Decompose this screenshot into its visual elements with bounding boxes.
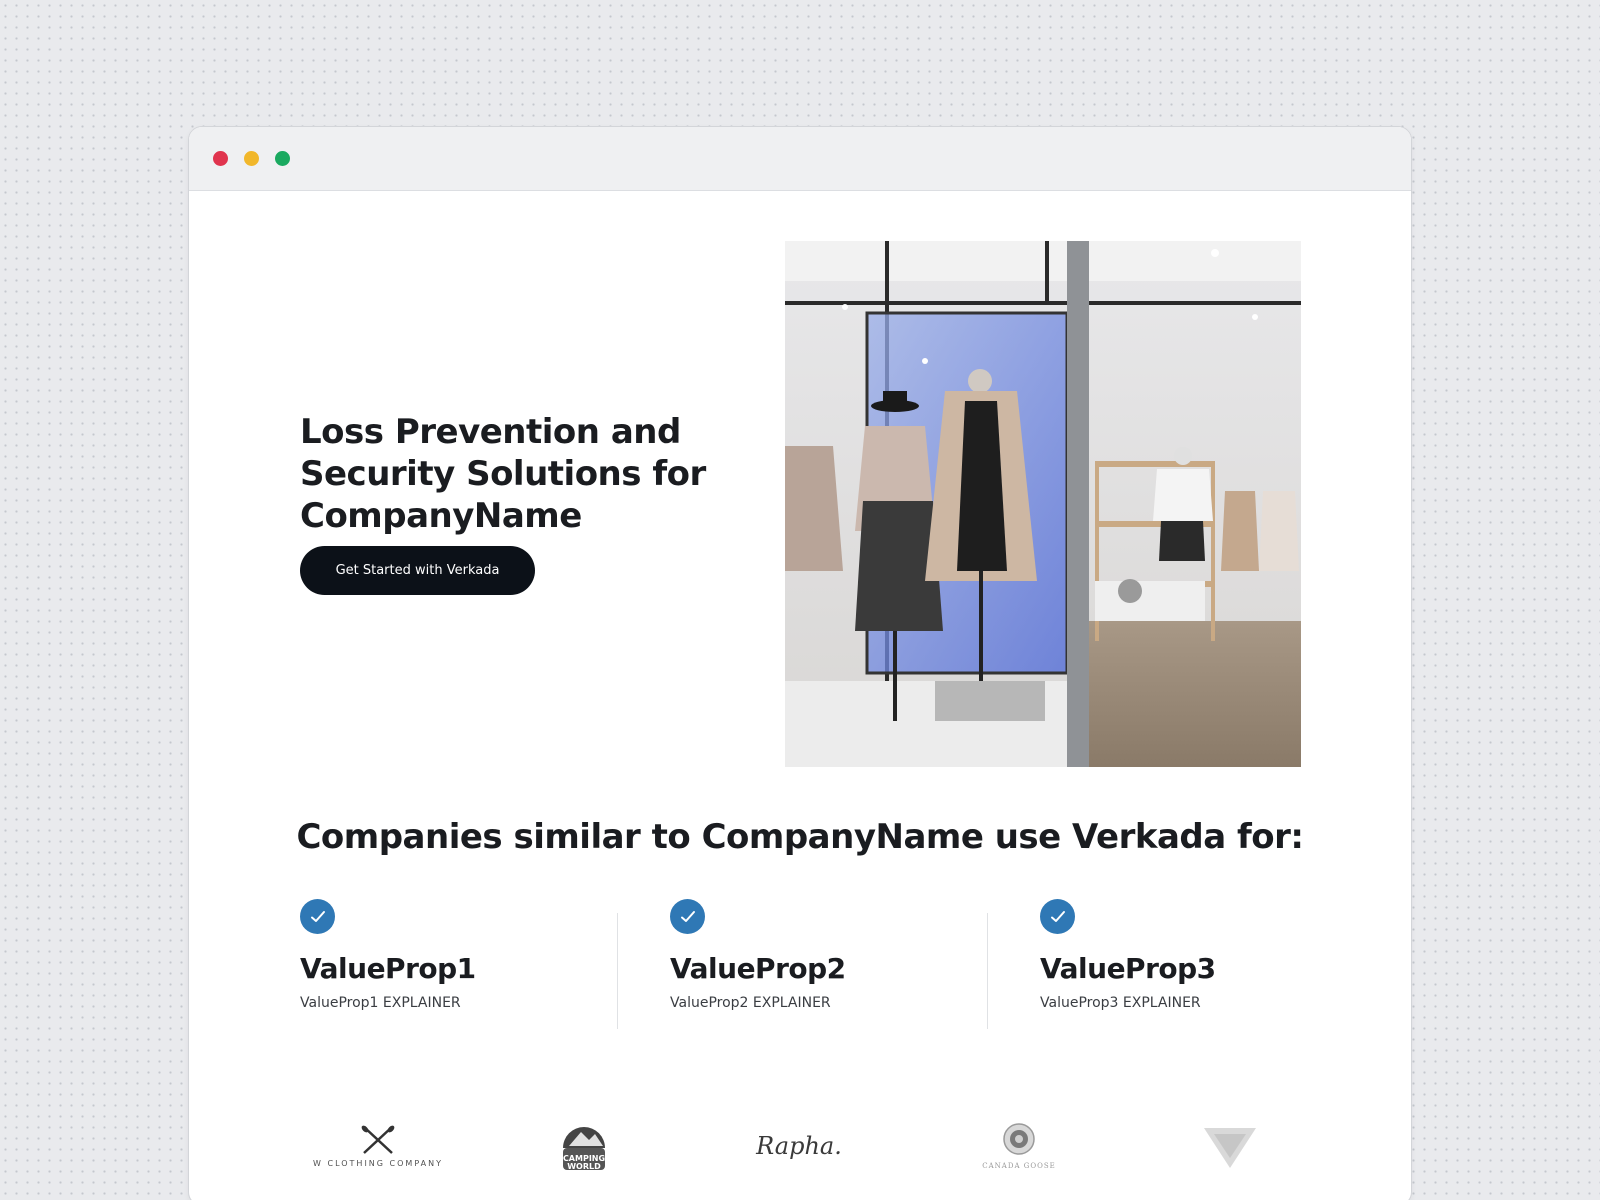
value-prop-explainer: ValueProp2 EXPLAINER	[670, 995, 831, 1011]
section-title: Companies similar to CompanyName use Ver…	[296, 817, 1304, 857]
browser-titlebar	[189, 127, 1411, 191]
maximize-window-button[interactable]	[275, 151, 290, 166]
logo-text: CANADA GOOSE	[982, 1162, 1056, 1170]
customer-logo: CAMPING WORLD	[549, 1111, 619, 1181]
logo-text: W CLOTHING COMPANY	[313, 1158, 443, 1168]
rapha-logo-icon: Rapha.	[756, 1132, 842, 1160]
check-icon	[1040, 899, 1075, 934]
divider	[987, 913, 988, 1029]
customer-logo: W CLOTHING COMPANY	[313, 1111, 443, 1181]
logo-text: CAMPING WORLD	[562, 1154, 606, 1171]
customer-logo: Rapha.	[749, 1111, 849, 1181]
get-started-button[interactable]: Get Started with Verkada	[300, 546, 535, 595]
browser-window: Loss Prevention and Security Solutions f…	[188, 126, 1412, 1200]
triangle-logo-icon	[1204, 1128, 1256, 1168]
close-window-button[interactable]	[213, 151, 228, 166]
divider	[617, 913, 618, 1029]
store-interior-illustration	[785, 241, 1301, 767]
minimize-window-button[interactable]	[244, 151, 259, 166]
value-prop-title: ValueProp3	[1040, 952, 1216, 985]
value-prop-explainer: ValueProp1 EXPLAINER	[300, 995, 461, 1011]
value-prop-card: ValueProp2 ValueProp2 EXPLAINER	[670, 899, 970, 1023]
value-prop-card: ValueProp3 ValueProp3 EXPLAINER	[1040, 899, 1340, 1023]
value-prop-card: ValueProp1 ValueProp1 EXPLAINER	[300, 899, 600, 1023]
check-icon	[670, 899, 705, 934]
value-prop-explainer: ValueProp3 EXPLAINER	[1040, 995, 1201, 1011]
canada-goose-icon	[1003, 1123, 1035, 1155]
hero-title: Loss Prevention and Security Solutions f…	[300, 412, 706, 536]
customer-logo	[1195, 1111, 1265, 1181]
landing-page: Loss Prevention and Security Solutions f…	[189, 191, 1411, 1200]
customer-logo: CANADA GOOSE	[969, 1111, 1069, 1181]
check-icon	[300, 899, 335, 934]
crossed-paddles-icon	[361, 1125, 395, 1154]
hero-store-image	[785, 241, 1301, 767]
value-prop-title: ValueProp2	[670, 952, 846, 985]
value-prop-title: ValueProp1	[300, 952, 476, 985]
